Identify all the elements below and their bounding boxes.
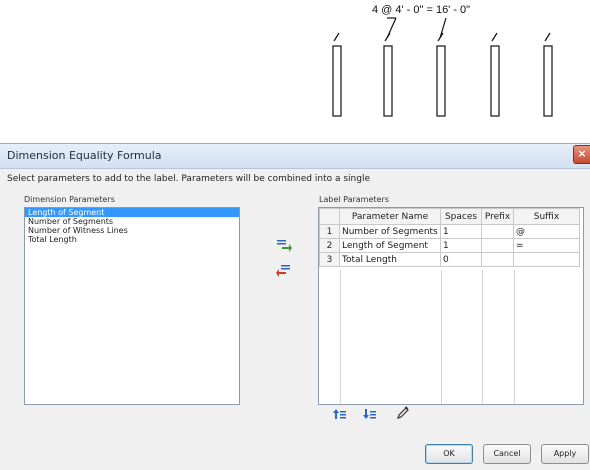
parameters-table: Parameter Name Spaces Prefix Suffix 1 Nu… [319,208,580,267]
parameter-name-cell[interactable]: Length of Segment [339,238,441,253]
witness-tick [491,32,498,42]
list-item[interactable]: Length of Segment [25,208,239,217]
column-header-suffix[interactable]: Suffix [513,208,580,225]
drawing-area: 4 @ 4' - 0" = 16' - 0" [0,0,590,140]
add-arrow-icon [277,240,292,252]
spaces-cell[interactable]: 1 [440,224,482,239]
table-header-row: Parameter Name Spaces Prefix Suffix [319,208,580,225]
label-parameters-grid[interactable]: Parameter Name Spaces Prefix Suffix 1 Nu… [318,207,584,405]
prefix-cell[interactable] [481,252,514,267]
witness-tick [333,32,340,42]
dialog-title: Dimension Equality Formula [7,149,162,162]
column-element [490,45,500,117]
spaces-cell[interactable]: 1 [440,238,482,253]
column-header-spaces[interactable]: Spaces [440,208,482,225]
move-up-button[interactable] [333,406,347,420]
prefix-cell[interactable] [481,224,514,239]
table-row[interactable]: 3 Total Length 0 [319,252,580,267]
grid-column-line [340,270,341,404]
column-element [543,45,553,117]
move-down-icon [363,409,376,419]
dimension-equality-dialog: Dimension Equality Formula × Select para… [0,143,590,470]
column-header-parameter-name[interactable]: Parameter Name [339,208,441,225]
close-button[interactable]: × [573,145,590,164]
drawing-canvas [332,17,553,117]
close-icon: × [577,147,587,160]
spaces-cell[interactable]: 0 [440,252,482,267]
ok-button[interactable]: OK [425,444,473,464]
dimension-parameters-label: Dimension Parameters [24,195,115,204]
move-down-button[interactable] [363,406,377,420]
grid-empty-area [319,270,583,404]
instruction-text: Select parameters to add to the label. P… [7,174,370,184]
dialog-titlebar: Dimension Equality Formula × [0,144,590,169]
column-element [436,45,446,117]
prefix-cell[interactable] [481,238,514,253]
suffix-cell[interactable]: = [513,238,580,253]
pencil-icon [397,406,409,419]
suffix-cell[interactable] [513,252,580,267]
table-row[interactable]: 1 Number of Segments 1 @ [319,224,580,239]
cancel-button[interactable]: Cancel [483,444,531,464]
add-parameter-button[interactable] [276,237,292,252]
column-header-prefix[interactable]: Prefix [481,208,514,225]
list-item[interactable]: Number of Witness Lines [25,226,239,235]
move-up-icon [333,409,346,419]
column-element [332,45,342,117]
table-row[interactable]: 2 Length of Segment 1 = [319,238,580,253]
remove-arrow-icon [276,265,290,277]
row-number[interactable]: 3 [319,252,340,267]
grid-column-line [441,270,442,404]
row-number[interactable]: 1 [319,224,340,239]
suffix-cell[interactable]: @ [513,224,580,239]
witness-tick [544,32,551,42]
dimension-parameters-list[interactable]: Length of Segment Number of Segments Num… [24,207,240,405]
leader-line [386,17,397,39]
list-item[interactable]: Total Length [25,235,239,244]
remove-parameter-button[interactable] [276,262,292,277]
parameter-name-cell[interactable]: Number of Segments [339,224,441,239]
leader-line [439,17,447,39]
row-number[interactable]: 2 [319,238,340,253]
edit-parameter-button[interactable] [396,405,410,419]
grid-column-line [514,270,515,404]
corner-header [319,208,340,225]
list-item[interactable]: Number of Segments [25,217,239,226]
parameter-name-cell[interactable]: Total Length [339,252,441,267]
apply-button[interactable]: Apply [541,444,589,464]
label-parameters-label: Label Parameters [319,195,389,204]
column-element [383,45,393,117]
grid-column-line [482,270,483,404]
